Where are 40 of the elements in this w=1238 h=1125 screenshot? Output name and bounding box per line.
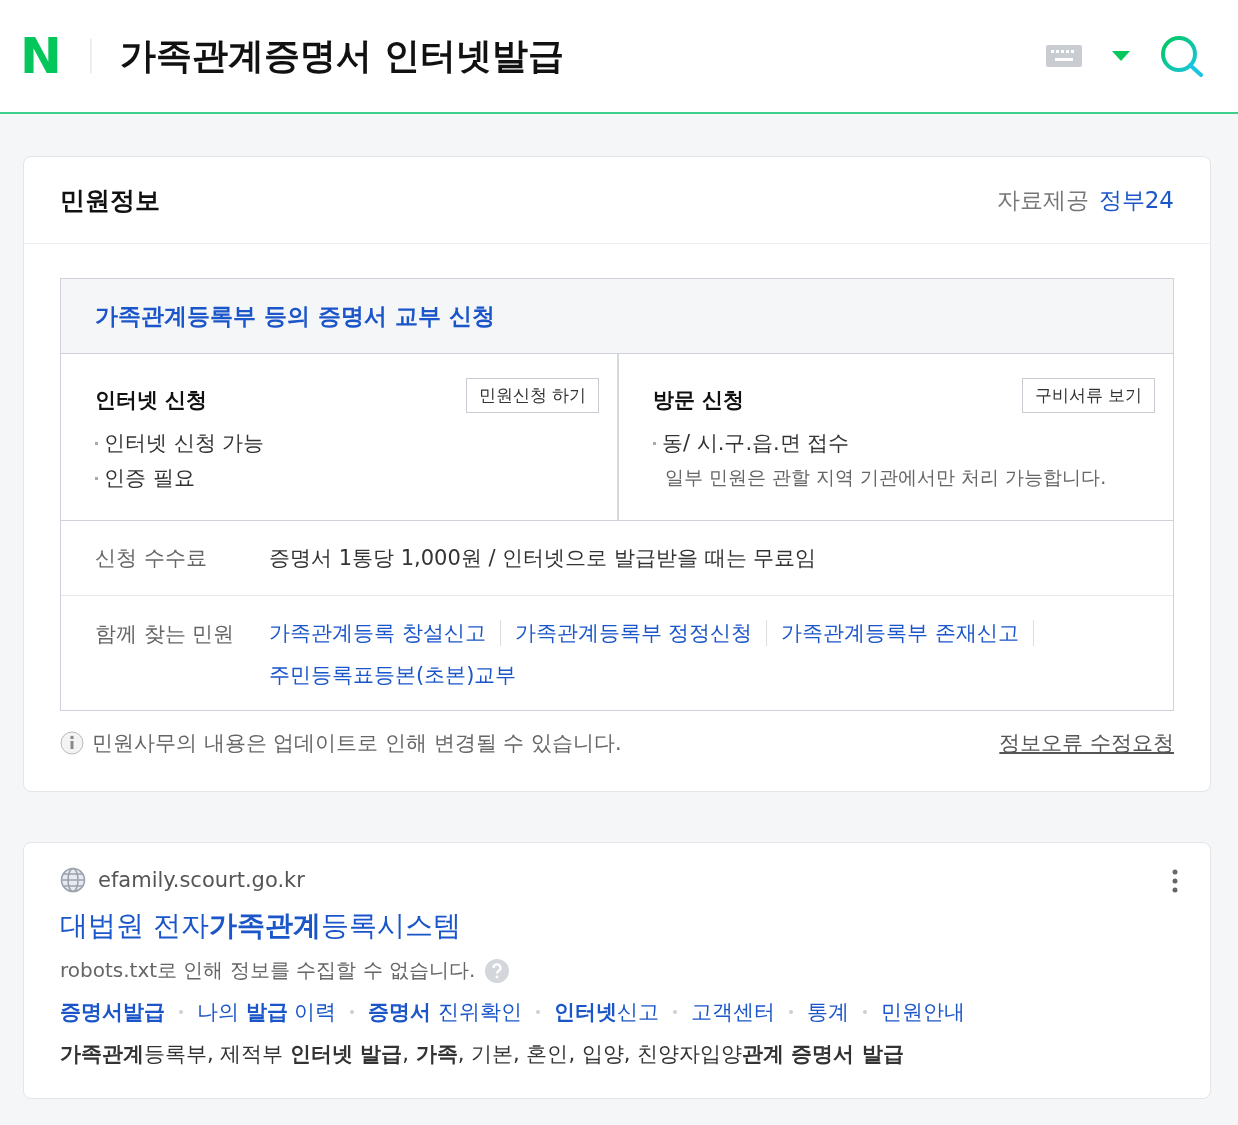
bullet-text: 인터넷 신청 가능	[95, 426, 599, 461]
section-title: 민원정보	[60, 184, 160, 217]
sitelink[interactable]: 나의 발급 이력	[197, 998, 337, 1026]
related-link[interactable]: 주민등록표등본(초본)교부	[269, 662, 531, 688]
related-label: 함께 찾는 민원	[95, 621, 236, 648]
sitelink[interactable]: 민원안내	[881, 998, 966, 1026]
keywords-text: 가족관계등록부, 제적부 인터넷 발급, 가족, 기본, 혼인, 입양, 친양자입양관계 증명서 발급	[60, 1041, 905, 1068]
sitelink[interactable]: 인터넷신고	[554, 998, 660, 1026]
notice-text: 민원사무의 내용은 업데이트로 인해 변경될 수 있습니다.	[92, 730, 622, 757]
search-query[interactable]: 가족관계증명서 인터넷발급	[119, 31, 1046, 81]
related-link[interactable]: 가족관계등록 창설신고	[269, 620, 501, 646]
related-link[interactable]: 가족관계등록부 정정신청	[514, 620, 768, 646]
note-text: 일부 민원은 관할 지역 기관에서만 처리 가능합니다.	[664, 465, 1108, 490]
info-icon	[60, 731, 84, 755]
sitelink[interactable]: 증명서발급	[60, 998, 165, 1026]
method-button[interactable]: 민원신청 하기	[465, 378, 599, 413]
sitelink[interactable]: 고객센터	[691, 998, 776, 1026]
method-title: 인터넷 신청	[95, 387, 208, 414]
help-icon[interactable]	[485, 958, 510, 983]
snippet-text: robots.txt로 인해 정보를 수집할 수 없습니다.	[60, 957, 476, 984]
sitelink[interactable]: 증명서 진위확인	[368, 998, 523, 1026]
fee-text: 증명서 1통당 1,000원 / 인터넷으로 발급받을 때는 무료임	[269, 545, 817, 572]
globe-icon	[60, 867, 86, 893]
more-icon[interactable]	[1172, 869, 1178, 893]
fee-label: 신청 수수료	[95, 545, 208, 572]
bullet-text: 인증 필요	[95, 461, 599, 496]
search-icon[interactable]	[1160, 35, 1204, 77]
method-title: 방문 신청	[653, 387, 745, 414]
site-url[interactable]: efamily.scourt.go.kr	[98, 868, 305, 892]
report-link[interactable]: 정보오류 수정요청	[999, 729, 1174, 757]
sitelink[interactable]: 통계	[807, 998, 850, 1026]
result-title[interactable]: 대법원 전자가족관계등록시스템	[60, 907, 461, 945]
related-link[interactable]: 가족관계등록부 존재신고	[781, 620, 1035, 646]
bullet-text: 동/ 시.구.읍.면 접수	[653, 426, 1155, 461]
caret-icon[interactable]	[1112, 51, 1130, 61]
source-link[interactable]: 정부24	[1098, 184, 1174, 216]
method-button[interactable]: 구비서류 보기	[1021, 378, 1155, 413]
service-title[interactable]: 가족관계등록부 등의 증명서 교부 신청	[61, 279, 1173, 354]
source-label: 자료제공	[996, 185, 1089, 215]
keyboard-icon[interactable]	[1046, 45, 1082, 67]
